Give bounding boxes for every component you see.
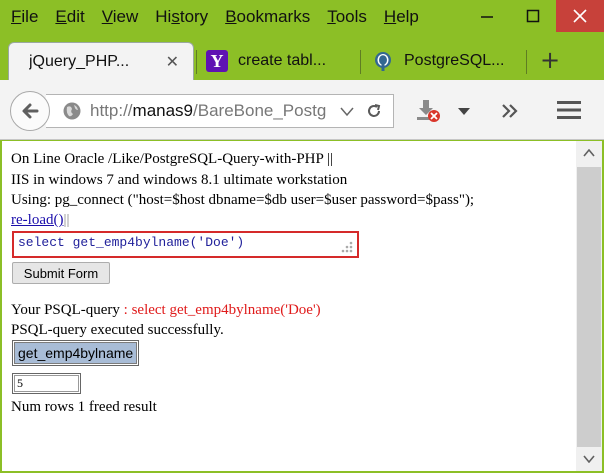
hamburger-menu-icon[interactable] bbox=[556, 99, 582, 121]
submit-form-button[interactable]: Submit Form bbox=[12, 262, 110, 284]
vertical-scrollbar[interactable] bbox=[576, 141, 602, 471]
close-icon bbox=[573, 9, 587, 23]
reload-separator: || bbox=[63, 212, 70, 228]
tab-label: PostgreSQL... bbox=[404, 52, 505, 69]
scroll-up-arrow-icon bbox=[583, 149, 595, 157]
result-table: get_emp4bylname bbox=[12, 340, 140, 366]
page-content: On Line Oracle /Like/PostgreSQL-Query-wi… bbox=[2, 141, 576, 471]
query-text[interactable]: select get_emp4bylname('Doe') bbox=[18, 235, 244, 250]
subtitle-line: IIS in windows 7 and windows 8.1 ultimat… bbox=[11, 172, 348, 188]
tab-label: jQuery_PHP... bbox=[29, 52, 130, 70]
reload-icon[interactable] bbox=[365, 102, 383, 120]
reload-link[interactable]: re-load() bbox=[11, 212, 63, 228]
resize-grip-icon[interactable] bbox=[339, 241, 353, 253]
tab-close-icon[interactable]: ✕ bbox=[166, 52, 179, 72]
maximize-icon bbox=[526, 9, 540, 23]
yahoo-icon: Y bbox=[206, 50, 228, 72]
scroll-down-arrow-icon bbox=[583, 455, 595, 463]
close-window-button[interactable] bbox=[556, 0, 604, 32]
navigation-bar: http://manas9/BareBone_Postg bbox=[0, 80, 604, 140]
url-dropdown-icon[interactable] bbox=[339, 103, 355, 119]
scroll-down-button[interactable] bbox=[576, 447, 602, 471]
download-blocked-icon[interactable] bbox=[414, 98, 442, 124]
executed-message: PSQL-query executed successfully. bbox=[11, 322, 224, 338]
chevron-down-icon[interactable] bbox=[457, 107, 471, 117]
menu-tools[interactable]: Tools bbox=[327, 7, 367, 27]
query-textarea[interactable]: select get_emp4bylname('Doe') bbox=[12, 231, 359, 258]
tab-strip: jQuery_PHP... ✕ Y create tabl... Postgre… bbox=[0, 34, 604, 80]
tab-create-table[interactable]: Y create tabl... bbox=[200, 42, 358, 80]
result-value-cell: 5 bbox=[14, 375, 79, 392]
connect-line: Using: pg_connect ("host=$host dbname=$d… bbox=[11, 192, 475, 208]
scroll-up-button[interactable] bbox=[576, 141, 602, 165]
title-bar: File Edit View History Bookmarks Tools H… bbox=[0, 0, 604, 34]
menu-view[interactable]: View bbox=[102, 7, 139, 27]
menu-help[interactable]: Help bbox=[384, 7, 419, 27]
result-column-header: get_emp4bylname bbox=[14, 342, 138, 364]
tab-jquery-php[interactable]: jQuery_PHP... ✕ bbox=[8, 42, 194, 80]
tab-label: create tabl... bbox=[238, 52, 327, 69]
menu-edit[interactable]: Edit bbox=[55, 7, 84, 27]
minimize-icon bbox=[481, 16, 493, 18]
window-controls bbox=[464, 0, 604, 32]
tab-separator bbox=[196, 50, 197, 74]
maximize-button[interactable] bbox=[510, 0, 556, 32]
num-rows-message: Num rows 1 freed result bbox=[11, 399, 157, 415]
result-table-row: 5 bbox=[12, 373, 81, 394]
menu-bookmarks[interactable]: Bookmarks bbox=[225, 7, 310, 27]
tab-separator bbox=[360, 50, 361, 74]
reload-line: re-load()|| bbox=[11, 211, 69, 229]
menu-file[interactable]: File bbox=[11, 7, 38, 27]
your-query-line: Your PSQL-query : select get_emp4bylname… bbox=[11, 301, 321, 319]
menu-bar: File Edit View History Bookmarks Tools H… bbox=[0, 0, 425, 34]
overflow-chevrons-icon[interactable] bbox=[500, 102, 520, 120]
url-text[interactable]: http://manas9/BareBone_Postg bbox=[90, 101, 328, 121]
menu-history[interactable]: History bbox=[155, 7, 208, 27]
back-arrow-icon bbox=[22, 103, 39, 119]
your-query-label: Your PSQL-query bbox=[11, 302, 124, 318]
tab-postgresql[interactable]: PostgreSQL... bbox=[366, 42, 524, 80]
minimize-button[interactable] bbox=[464, 0, 510, 32]
tab-separator bbox=[526, 50, 527, 74]
url-bar[interactable]: http://manas9/BareBone_Postg bbox=[46, 94, 394, 128]
scroll-thumb[interactable] bbox=[577, 167, 601, 447]
globe-icon bbox=[63, 102, 81, 120]
your-query-value: : select get_emp4bylname('Doe') bbox=[123, 302, 321, 318]
title-line: On Line Oracle /Like/PostgreSQL-Query-wi… bbox=[11, 151, 334, 167]
new-tab-button[interactable]: + bbox=[540, 46, 560, 74]
postgresql-elephant-icon bbox=[372, 50, 394, 72]
back-button[interactable] bbox=[10, 91, 50, 131]
